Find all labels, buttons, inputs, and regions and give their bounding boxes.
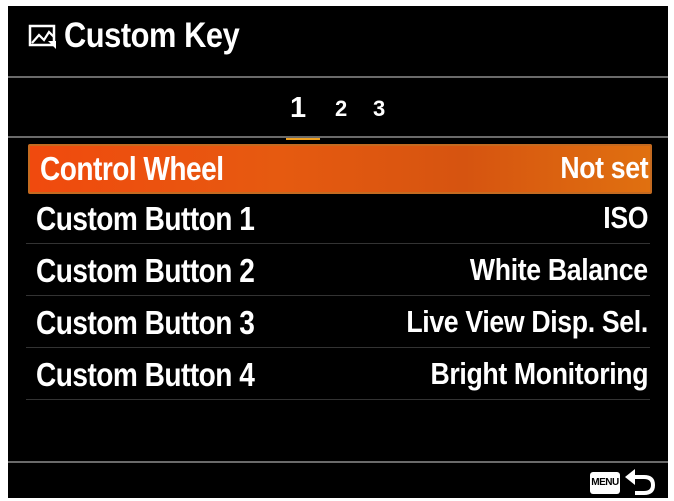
menu-row-label: Custom Button 4 xyxy=(36,356,255,393)
menu-row-value: White Balance xyxy=(470,252,648,287)
header-divider xyxy=(8,76,668,78)
menu-row-custom-button-3[interactable]: Custom Button 3 Live View Disp. Sel. xyxy=(26,300,650,348)
menu-row-label: Custom Button 3 xyxy=(36,304,255,341)
menu-row-value: Bright Monitoring xyxy=(430,356,648,391)
page-title: Custom Key xyxy=(64,16,240,55)
menu-header: Custom Key xyxy=(8,6,668,76)
tab-page-1[interactable]: 1 xyxy=(290,92,306,125)
menu-row-value: ISO xyxy=(603,200,648,235)
menu-button[interactable]: MENU xyxy=(590,472,620,494)
footer-divider xyxy=(8,461,668,463)
menu-row-value: Not set xyxy=(560,150,648,185)
return-arrow-icon[interactable] xyxy=(624,468,658,498)
menu-row-custom-button-4[interactable]: Custom Button 4 Bright Monitoring xyxy=(26,352,650,400)
menu-row-label: Custom Button 1 xyxy=(36,200,255,237)
menu-row-control-wheel[interactable]: Control Wheel Not set xyxy=(28,144,652,194)
menu-row-value: Live View Disp. Sel. xyxy=(406,304,648,339)
menu-row-label: Custom Button 2 xyxy=(36,252,255,289)
tab-page-2[interactable]: 2 xyxy=(335,96,347,122)
tabs-divider xyxy=(8,136,668,138)
camera-menu-screen: Custom Key 1 2 3 Control Wheel Not set C… xyxy=(8,6,668,498)
menu-row-custom-button-2[interactable]: Custom Button 2 White Balance xyxy=(26,248,650,296)
menu-row-label: Control Wheel xyxy=(40,150,224,187)
custom-key-image-icon xyxy=(28,24,56,49)
tab-page-3[interactable]: 3 xyxy=(373,96,385,122)
menu-row-custom-button-1[interactable]: Custom Button 1 ISO xyxy=(26,196,650,244)
